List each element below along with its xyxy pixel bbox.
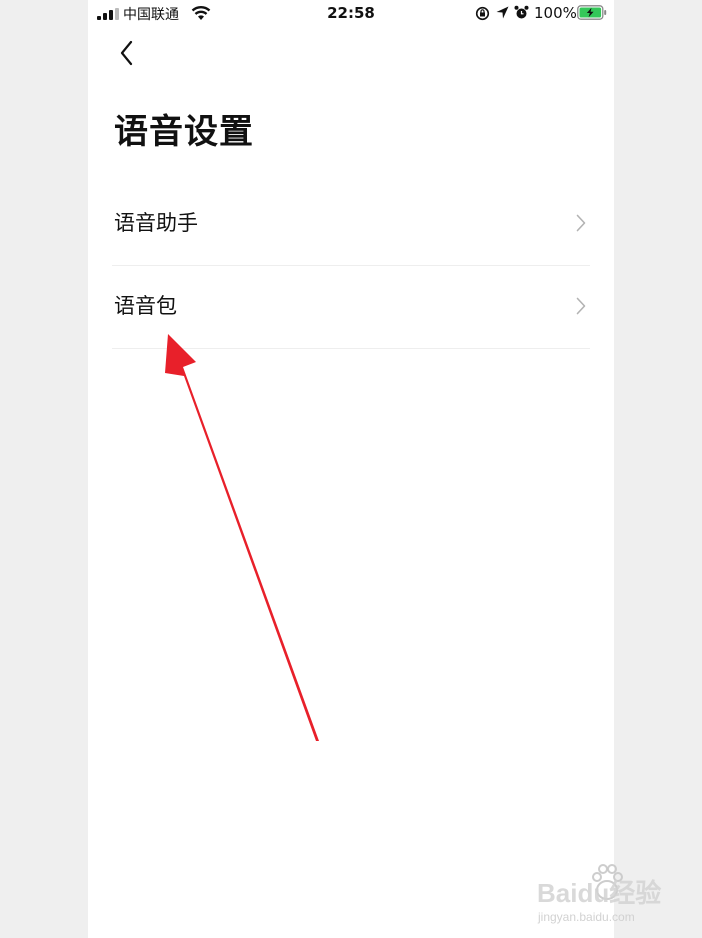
chevron-left-icon[interactable] bbox=[114, 38, 140, 68]
menu-item-label: 语音助手 bbox=[114, 211, 198, 235]
menu-item-voice-assistant[interactable]: 语音助手 bbox=[112, 183, 590, 266]
phone-screen: 中国联通 22:58 100% 语音设置 语音助手 语音包 bbox=[88, 0, 614, 938]
location-arrow-icon bbox=[496, 6, 509, 19]
baidu-jingyan-watermark: Baidu经验 jingyan.baidu.com bbox=[535, 858, 700, 928]
watermark-url: jingyan.baidu.com bbox=[538, 910, 635, 924]
rotation-lock-icon bbox=[475, 6, 490, 21]
menu-item-label: 语音包 bbox=[114, 294, 177, 318]
menu-item-voice-pack[interactable]: 语音包 bbox=[112, 266, 590, 349]
battery-percent: 100% bbox=[534, 4, 577, 22]
battery-charging-icon bbox=[577, 5, 607, 20]
watermark-brand: Baidu经验 bbox=[537, 878, 662, 908]
chevron-right-icon bbox=[576, 297, 586, 315]
alarm-icon bbox=[514, 5, 529, 19]
chevron-right-icon bbox=[576, 214, 586, 232]
page-title: 语音设置 bbox=[114, 112, 254, 152]
status-bar: 中国联通 22:58 100% bbox=[88, 0, 614, 28]
